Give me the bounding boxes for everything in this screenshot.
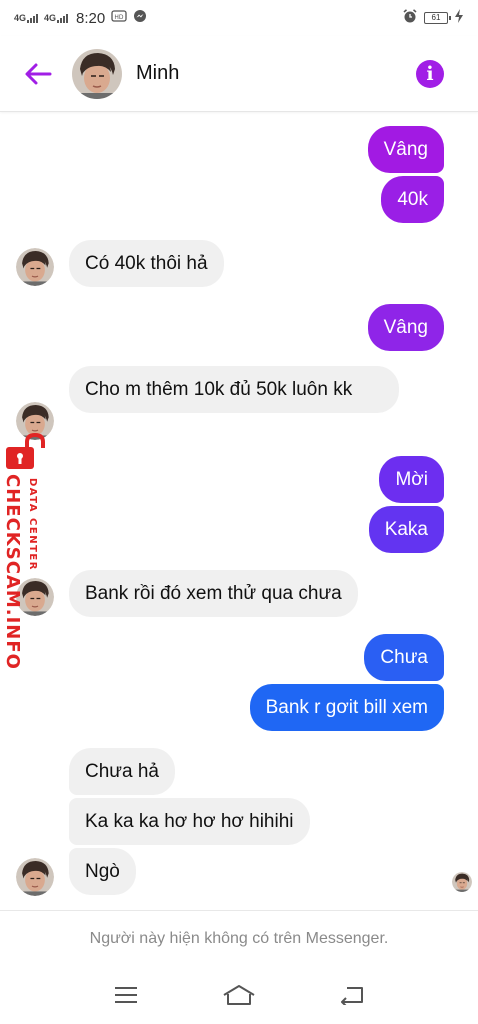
message-bubble-outgoing[interactable]: Kaka — [368, 506, 444, 553]
signal-icon: 4G — [14, 13, 39, 23]
message-bubble-outgoing[interactable]: Chưa — [364, 634, 444, 681]
watermark-tagline: DATA CENTER — [27, 478, 38, 571]
watermark-brand: CHECKSCAM.INFO — [2, 474, 23, 670]
message-bubble-incoming[interactable]: Ka ka ka hơ hơ hơ hihihi — [69, 798, 310, 845]
menu-icon — [115, 987, 138, 1003]
message-bubble-incoming[interactable]: Có 40k thôi hả — [69, 240, 224, 287]
info-button[interactable]: i — [416, 60, 444, 88]
conversation-header: Minh i — [0, 36, 478, 112]
message-bubble-incoming[interactable]: Bank rồi đó xem thử qua chưa — [69, 570, 358, 617]
hd-icon: HD — [111, 9, 127, 27]
svg-text:HD: HD — [115, 14, 125, 21]
contact-avatar[interactable] — [72, 48, 122, 99]
home-icon — [223, 985, 255, 1005]
lock-icon — [6, 432, 45, 469]
contact-name[interactable]: Minh — [136, 62, 179, 85]
seen-receipt-avatar — [452, 872, 472, 892]
network-type-1: 4G — [14, 13, 27, 23]
back-arrow-icon — [25, 63, 52, 84]
back-icon — [340, 987, 363, 1005]
watermark: CHECKSCAM.INFO DATA CENTER — [0, 432, 56, 670]
message-bubble-outgoing[interactable]: Vâng — [367, 304, 444, 351]
back-button[interactable] — [18, 54, 58, 94]
menu-button[interactable] — [106, 975, 146, 1015]
contact-avatar-small[interactable] — [16, 248, 54, 286]
message-bubble-incoming[interactable]: Chưa hả — [69, 748, 175, 795]
messenger-icon — [133, 9, 147, 27]
status-time: 8:20 — [76, 9, 106, 27]
contact-avatar-small[interactable] — [16, 858, 54, 896]
message-bubble-incoming[interactable]: Ngò — [69, 848, 136, 895]
message-bubble-outgoing[interactable]: Vâng — [367, 126, 444, 173]
home-button[interactable] — [219, 975, 259, 1015]
message-bubble-outgoing[interactable]: Mời — [379, 456, 444, 503]
battery-icon: 61 — [424, 12, 451, 24]
alarm-icon — [402, 8, 418, 28]
system-nav-bar — [0, 966, 478, 1024]
divider — [0, 910, 478, 911]
back-nav-button[interactable] — [332, 975, 372, 1015]
network-type-2: 4G — [44, 13, 57, 23]
status-bar: 4G 4G 8:20 HD 61 — [0, 0, 478, 36]
message-bubble-outgoing[interactable]: 40k — [381, 176, 444, 223]
unavailable-notice: Người này hiện không có trên Messenger. — [89, 930, 389, 947]
message-bubble-incoming[interactable]: Cho m thêm 10k đủ 50k luôn kk — [69, 366, 399, 413]
charging-icon — [454, 9, 464, 27]
info-icon: i — [426, 63, 434, 85]
signal-icon: 4G — [44, 13, 69, 23]
message-bubble-outgoing[interactable]: Bank r gơit bill xem — [249, 684, 444, 731]
